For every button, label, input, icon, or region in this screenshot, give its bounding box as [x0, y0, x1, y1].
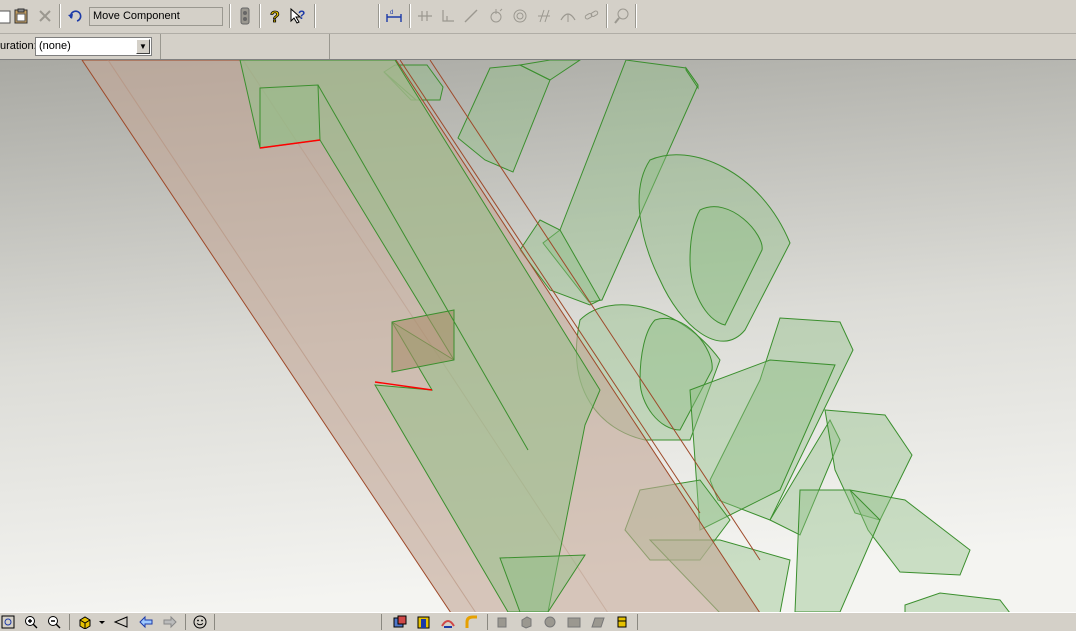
whats-this-icon[interactable]: ?: [288, 6, 308, 26]
delete-icon[interactable]: [35, 6, 55, 26]
standard-toolbar: Move Component ? ? d: [0, 0, 1076, 34]
toolbar-separator: [259, 4, 261, 28]
previous-view-icon[interactable]: [113, 614, 129, 630]
smart-dimension-icon[interactable]: d: [384, 6, 404, 26]
toolbar-separator: [487, 614, 488, 630]
section-view-icon[interactable]: [440, 614, 456, 630]
baseline-icon[interactable]: [438, 6, 458, 26]
toolbar-separator: [381, 614, 382, 630]
parallel-icon[interactable]: [534, 6, 554, 26]
toolbar-separator: [409, 4, 411, 28]
toolbar-separator: [314, 4, 316, 28]
configuration-bar: uration: (none) ▼: [0, 34, 1076, 60]
line-icon[interactable]: [461, 6, 481, 26]
toolbar-separator: [378, 4, 380, 28]
shadow-icon[interactable]: [542, 614, 558, 630]
chevron-down-icon[interactable]: [97, 614, 107, 630]
zoom-to-fit-icon[interactable]: [0, 614, 16, 630]
toolbar-separator: [185, 614, 186, 630]
forward-icon[interactable]: [162, 614, 178, 630]
undo-icon[interactable]: [65, 6, 85, 26]
perspective-icon[interactable]: [566, 614, 582, 630]
zoom-in-icon[interactable]: [23, 614, 39, 630]
realview-icon[interactable]: [590, 614, 606, 630]
display-icon[interactable]: [518, 614, 534, 630]
chevron-down-icon[interactable]: ▼: [136, 39, 150, 54]
help-icon[interactable]: ?: [265, 6, 285, 26]
zoom-icon[interactable]: [612, 6, 632, 26]
toolbar-separator: [214, 614, 215, 630]
clipboard-icon[interactable]: [11, 6, 31, 26]
toolbar-separator: [59, 4, 61, 28]
svg-text:d: d: [390, 10, 393, 16]
toolbar-separator: [606, 4, 608, 28]
zoom-out-icon[interactable]: [46, 614, 62, 630]
shaded-view-icon[interactable]: [392, 614, 408, 630]
toolbar-separator: [160, 34, 161, 59]
hidden-lines-icon[interactable]: [494, 614, 510, 630]
toolbar-separator: [329, 34, 330, 59]
svg-text:?: ?: [298, 8, 305, 22]
assembly-model-view: [0, 60, 1076, 613]
circle-icon[interactable]: [510, 6, 530, 26]
toolbar-separator: [229, 4, 231, 28]
camera-icon[interactable]: [614, 614, 630, 630]
face-icon[interactable]: [192, 614, 208, 630]
configuration-label: uration:: [0, 40, 37, 52]
curvature-icon[interactable]: [464, 614, 480, 630]
toolbar-separator: [69, 614, 70, 630]
view-orientation-icon[interactable]: [77, 614, 93, 630]
back-icon[interactable]: [138, 614, 154, 630]
arc-icon[interactable]: [558, 6, 578, 26]
command-display: Move Component: [89, 7, 223, 26]
configuration-select[interactable]: (none) ▼: [35, 37, 152, 56]
toolbar-separator: [635, 4, 637, 28]
view-toolbar: [0, 612, 1076, 631]
point-icon[interactable]: [486, 6, 506, 26]
svg-text:?: ?: [270, 9, 280, 25]
graphics-viewport[interactable]: [0, 60, 1076, 613]
link-icon[interactable]: [582, 6, 602, 26]
add-relation-icon[interactable]: [415, 6, 435, 26]
traffic-light-icon[interactable]: [235, 6, 255, 26]
wireframe-view-icon[interactable]: [416, 614, 432, 630]
toolbar-separator: [637, 614, 638, 630]
configuration-value: (none): [39, 40, 71, 52]
